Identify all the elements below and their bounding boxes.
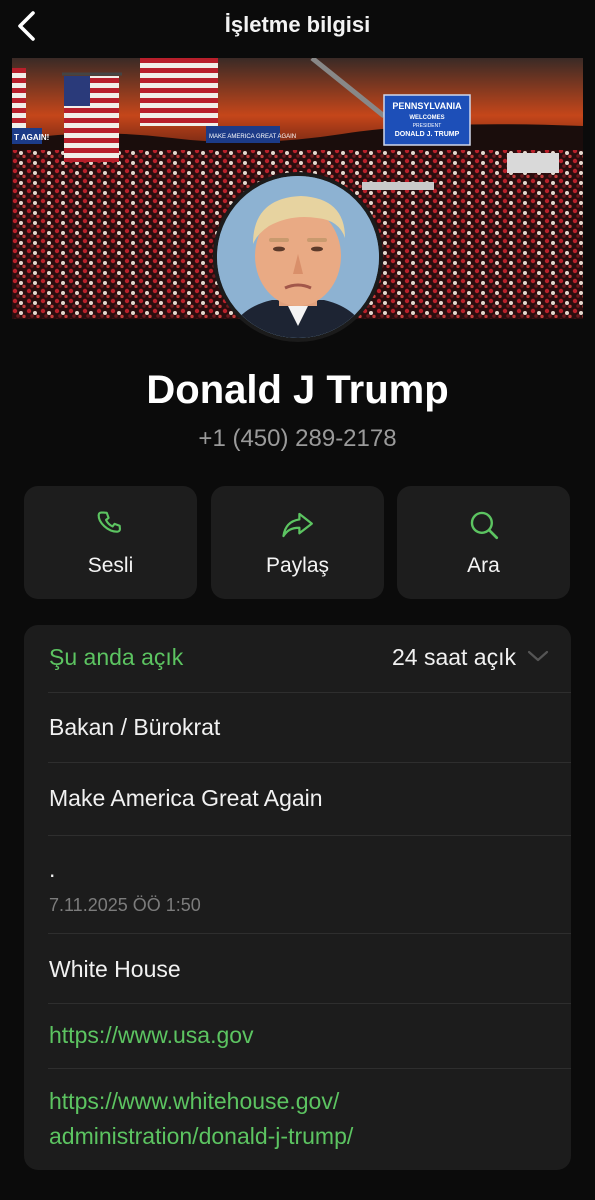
search-button[interactable]: Ara bbox=[397, 486, 570, 599]
category-row: Bakan / Bürokrat bbox=[24, 693, 571, 762]
business-name: Donald J Trump bbox=[146, 368, 449, 412]
page-title: İşletme bilgisi bbox=[224, 12, 371, 37]
website-link-2[interactable]: https://www.whitehouse.gov/ administrati… bbox=[49, 1084, 549, 1154]
voice-call-label: Sesli bbox=[87, 554, 134, 577]
cover-sign-maga: MAKE AMERICA GREAT AGAIN bbox=[209, 134, 296, 140]
cover-sign-edge: T AGAIN! bbox=[14, 133, 49, 142]
business-info-card: Şu anda açık 24 saat açık Bakan / Bürokr… bbox=[24, 625, 571, 1170]
top-nav-bar: İşletme bilgisi bbox=[0, 0, 595, 52]
cover-banner-welcomes: WELCOMES bbox=[409, 115, 444, 121]
share-icon bbox=[281, 512, 313, 538]
website-row-1[interactable]: https://www.usa.gov bbox=[24, 1004, 571, 1068]
website-link-2-line-2: administration/donald-j-trump/ bbox=[49, 1123, 354, 1149]
business-description: Make America Great Again bbox=[49, 785, 323, 811]
hours-value: 24 saat açık bbox=[391, 644, 516, 670]
cover-banner-president: PRESIDENT bbox=[413, 123, 442, 129]
chevron-down-icon[interactable] bbox=[527, 649, 549, 663]
cover-banner-name: DONALD J. TRUMP bbox=[395, 131, 460, 138]
cover-banner-state: PENNSYLVANIA bbox=[392, 101, 462, 111]
open-status: Şu anda açık bbox=[49, 644, 184, 670]
avatar[interactable] bbox=[213, 172, 383, 342]
hours-row[interactable]: Şu anda açık 24 saat açık bbox=[24, 625, 571, 692]
business-address: White House bbox=[49, 956, 181, 982]
business-category: Bakan / Bürokrat bbox=[49, 714, 221, 740]
search-label: Ara bbox=[467, 554, 500, 577]
share-label: Paylaş bbox=[265, 554, 330, 577]
voice-call-button[interactable]: Sesli bbox=[24, 486, 197, 599]
search-icon bbox=[470, 511, 498, 540]
website-link-1[interactable]: https://www.usa.gov bbox=[49, 1022, 254, 1049]
about-row: . 7.11.2025 ÖÖ 1:50 bbox=[24, 836, 571, 933]
share-button[interactable]: Paylaş bbox=[211, 486, 384, 599]
website-link-2-line-1: https://www.whitehouse.gov/ bbox=[49, 1088, 340, 1114]
description-row: Make America Great Again bbox=[24, 763, 571, 835]
phone-icon bbox=[97, 511, 121, 533]
website-row-2[interactable]: https://www.whitehouse.gov/ administrati… bbox=[24, 1069, 571, 1170]
about-timestamp: 7.11.2025 ÖÖ 1:50 bbox=[49, 895, 201, 915]
about-text: . bbox=[49, 856, 56, 882]
address-row[interactable]: White House bbox=[24, 934, 571, 1003]
business-phone[interactable]: +1 (450) 289-2178 bbox=[0, 425, 595, 453]
